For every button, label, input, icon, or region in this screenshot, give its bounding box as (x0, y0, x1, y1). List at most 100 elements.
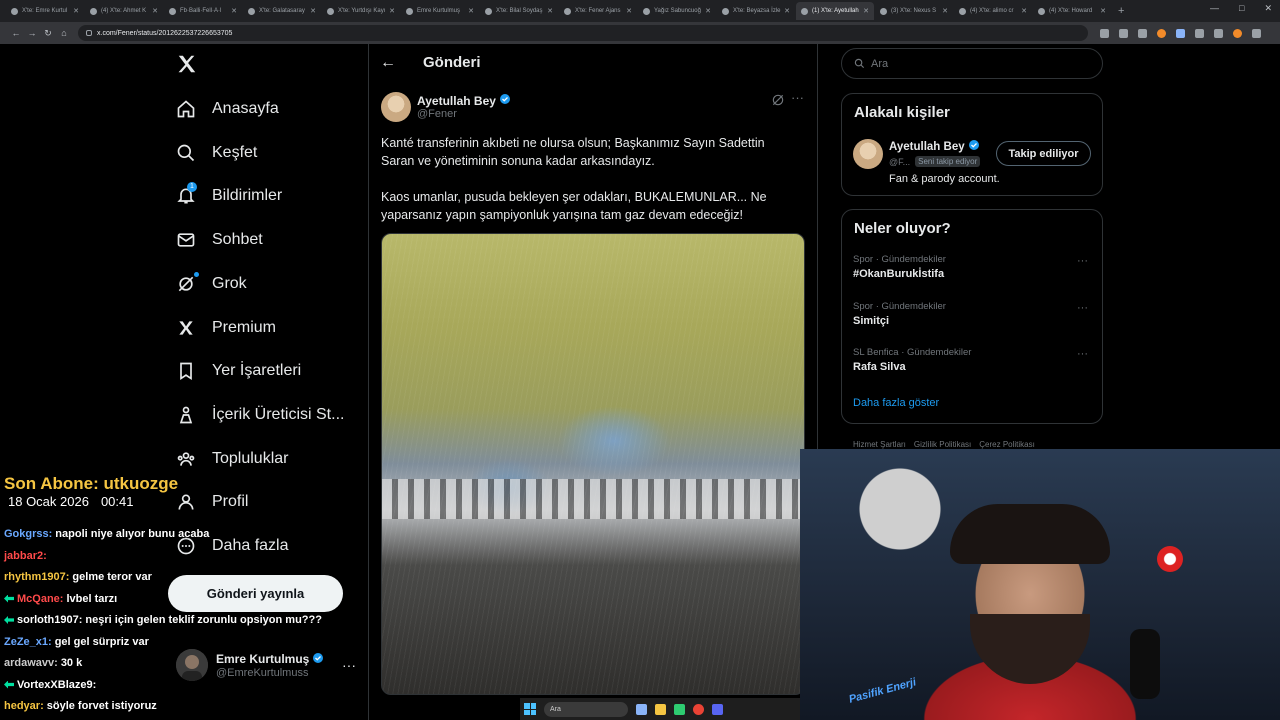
tab-close-icon[interactable]: ✕ (307, 7, 316, 15)
x-premium-icon (176, 318, 196, 338)
browser-tab[interactable]: (4) X'te: Ahmet K ✕ (85, 2, 163, 20)
sidebar-icon[interactable] (1214, 28, 1223, 38)
tab-favicon-icon (248, 7, 255, 15)
tab-close-icon[interactable]: ✕ (70, 7, 79, 15)
nav-item-i-çerik-üreticisi-st[interactable]: İçerik Üreticisi St... (176, 400, 344, 430)
account-switcher[interactable]: Emre Kurtulmuş @EmreKurtulmuss ··· (176, 645, 356, 685)
chat-message: Gokgrss: napoli niye alıyor bunu acaba (4, 528, 209, 540)
nav-item-yer-i-şaretleri[interactable]: Yer İşaretleri (176, 356, 301, 386)
extension-icon[interactable] (1176, 28, 1185, 38)
tab-close-icon[interactable]: ✕ (939, 7, 948, 15)
home-icon (176, 99, 196, 119)
search-icon (854, 58, 865, 69)
browser-tab[interactable]: (4) X'te: Howard ✕ (1033, 2, 1111, 20)
browser-tab[interactable]: (3) X'te: Nexus S ✕ (875, 2, 953, 20)
maximize-icon[interactable]: □ (1239, 3, 1244, 14)
profile-avatar-icon[interactable] (1233, 28, 1242, 38)
puzzle-icon[interactable] (1195, 28, 1204, 38)
menu-dots-icon[interactable] (1252, 28, 1261, 38)
nav-item-topluluklar[interactable]: Topluluklar (176, 444, 288, 474)
post-button[interactable]: Gönderi yayınla (168, 575, 343, 612)
taskview-icon[interactable] (636, 703, 647, 715)
show-more-link[interactable]: Daha fazla göster (853, 397, 939, 409)
footer-link[interactable]: Hizmet Şartları (853, 440, 906, 449)
more-dots-icon[interactable]: ··· (791, 90, 804, 105)
bookmark-star-icon[interactable] (1138, 28, 1147, 38)
tab-close-icon[interactable]: ✕ (1097, 7, 1106, 15)
tab-favicon-icon (564, 7, 571, 15)
back-nav-icon[interactable]: ← (8, 28, 24, 38)
avatar[interactable] (853, 139, 883, 169)
browser-tab[interactable]: Emre Kurtulmuş ✕ (401, 2, 479, 20)
home-nav-icon[interactable]: ⌂ (56, 28, 72, 38)
tab-close-icon[interactable]: ✕ (860, 7, 869, 15)
browser-tab[interactable]: X'te: Yurtdışı Kayı ✕ (322, 2, 400, 20)
more-dots-icon[interactable]: ··· (1077, 255, 1088, 267)
tab-close-icon[interactable]: ✕ (702, 7, 711, 15)
tab-close-icon[interactable]: ✕ (149, 7, 158, 15)
tab-close-icon[interactable]: ✕ (1018, 7, 1027, 15)
forward-nav-icon[interactable]: → (24, 28, 40, 38)
app-icon[interactable] (674, 703, 685, 715)
windows-start-icon[interactable] (524, 703, 536, 715)
minimize-icon[interactable]: — (1210, 3, 1219, 14)
related-handle-row: @F... Seni takip ediyor (889, 156, 981, 167)
site-info-icon[interactable] (86, 30, 92, 36)
nav-item-label: Grok (212, 274, 247, 292)
trend-name[interactable]: #OkanBurukİstifa (853, 268, 944, 280)
new-tab-icon[interactable]: + (1118, 5, 1124, 17)
chat-badge-icon (4, 594, 14, 603)
browser-tab[interactable]: X'te: Bilal Soydaş ✕ (480, 2, 558, 20)
browser-tab[interactable]: (4) X'te: alimo cr ✕ (954, 2, 1032, 20)
close-window-icon[interactable]: ✕ (1264, 3, 1272, 14)
nav-item-keşfet[interactable]: Keşfet (176, 138, 257, 168)
browser-tab[interactable]: Fb·Balli·Fell·A·l ✕ (164, 2, 242, 20)
nav-item-premium[interactable]: Premium (176, 313, 276, 343)
post-photo[interactable] (381, 233, 805, 695)
trend-name[interactable]: Rafa Silva (853, 361, 906, 373)
more-dots-icon[interactable]: ··· (1077, 348, 1088, 360)
extension-icon[interactable] (1157, 28, 1166, 38)
nav-item-sohbet[interactable]: Sohbet (176, 225, 263, 255)
discord-icon[interactable] (712, 703, 723, 715)
more-dots-icon[interactable]: ··· (342, 657, 356, 673)
tab-close-icon[interactable]: ✕ (544, 7, 553, 15)
nav-item-anasayfa[interactable]: Anasayfa (176, 94, 279, 124)
tab-close-icon[interactable]: ✕ (623, 7, 632, 15)
taskbar-search[interactable]: Ara (544, 701, 628, 717)
browser-tab[interactable]: X'te: Fener Ajans ✕ (559, 2, 637, 20)
nav-item-profil[interactable]: Profil (176, 487, 248, 517)
footer-links: Hizmet Şartları Gizlilik Politikası Çerez … (853, 440, 1035, 449)
browser-tab[interactable]: X'te: Emre Kurtul ✕ (6, 2, 84, 20)
author-name-row[interactable]: Ayetullah Bey (417, 93, 511, 108)
trend-name[interactable]: Simitçi (853, 315, 889, 327)
footer-link[interactable]: Gizlilik Politikası (914, 440, 971, 449)
reload-icon[interactable]: ↻ (40, 28, 56, 39)
author-avatar[interactable] (381, 92, 411, 122)
related-name-row[interactable]: Ayetullah Bey (889, 139, 980, 154)
browser-tab[interactable]: (1) X'te: Ayetullah ✕ (796, 2, 874, 20)
browser-tab[interactable]: Yağız Sabuncuoğ ✕ (638, 2, 716, 20)
chrome-icon[interactable] (693, 703, 704, 715)
back-arrow-icon[interactable]: ← (380, 54, 396, 72)
url-input[interactable]: x.com/Fener/status/2012622537226653705 (78, 25, 1088, 41)
tab-close-icon[interactable]: ✕ (465, 7, 474, 15)
grok-icon[interactable] (771, 93, 785, 107)
search-input[interactable]: Ara (841, 48, 1103, 79)
chat-message: McQane: lvbel tarzı (4, 593, 117, 605)
browser-tab[interactable]: X'te: Beyazsa İzle ✕ (717, 2, 795, 20)
file-explorer-icon[interactable] (655, 703, 666, 715)
install-icon[interactable] (1100, 28, 1109, 38)
nav-item-grok[interactable]: Grok (176, 269, 247, 299)
footer-link[interactable]: Çerez Politikası (979, 440, 1035, 449)
zoom-icon[interactable] (1119, 28, 1128, 38)
tab-close-icon[interactable]: ✕ (781, 7, 790, 15)
chat-username: McQane: (17, 592, 64, 605)
following-button[interactable]: Takip ediliyor (996, 141, 1091, 166)
author-handle[interactable]: @Fener (417, 108, 457, 120)
browser-tab[interactable]: X'te: Galatasaray ✕ (243, 2, 321, 20)
tab-close-icon[interactable]: ✕ (228, 7, 237, 15)
more-dots-icon[interactable]: ··· (1077, 302, 1088, 314)
tab-close-icon[interactable]: ✕ (386, 7, 395, 15)
x-logo-icon[interactable] (176, 53, 198, 75)
